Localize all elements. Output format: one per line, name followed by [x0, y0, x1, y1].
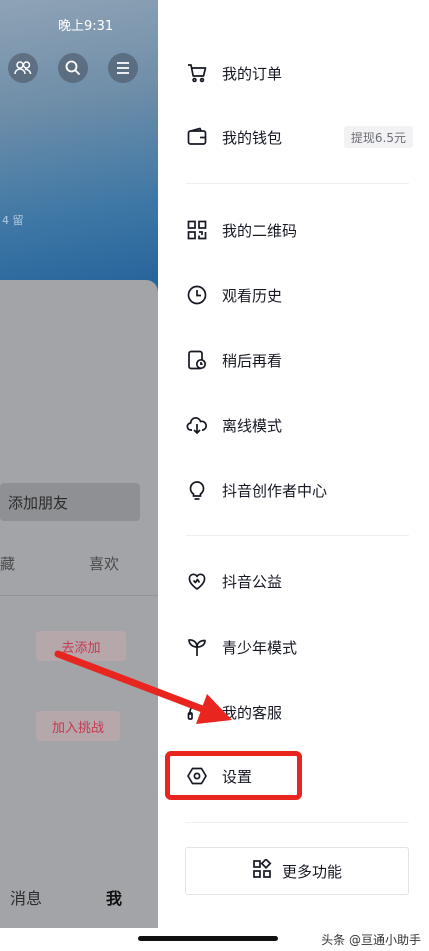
menu-item-settings[interactable]: 设置 [158, 754, 429, 798]
headset-icon [186, 701, 208, 723]
profile-header-background [0, 0, 158, 292]
menu-divider [186, 535, 409, 536]
menu-label: 观看历史 [222, 286, 283, 305]
go-add-button[interactable]: 去添加 [36, 631, 126, 661]
home-indicator[interactable] [138, 936, 278, 941]
lightbulb-icon [186, 479, 208, 501]
clock-icon [186, 284, 208, 306]
side-drawer: 我的订单 我的钱包 提现6.5元 我的二维码 观看历史 稍后再看 离线模式 抖音… [158, 0, 429, 928]
settings-hexagon-icon [186, 765, 208, 787]
menu-item-history[interactable]: 观看历史 [158, 273, 429, 317]
qrcode-icon [186, 219, 208, 241]
menu-label: 抖音创作者中心 [222, 481, 328, 500]
tab-favorites[interactable]: 藏 [0, 553, 15, 574]
bottom-bar: 头条 @亘通小助手 [0, 928, 429, 951]
cloud-download-icon [186, 414, 208, 436]
menu-item-creator-center[interactable]: 抖音创作者中心 [158, 468, 429, 512]
watch-later-icon [186, 349, 208, 371]
menu-label: 抖音公益 [222, 572, 283, 591]
header-stat-text: 4 留 [2, 214, 24, 227]
menu-label: 我的客服 [222, 703, 283, 722]
profile-content-card [0, 280, 158, 928]
menu-item-orders[interactable]: 我的订单 [158, 51, 429, 95]
grid-apps-icon [252, 858, 272, 883]
menu-label: 我的二维码 [222, 221, 298, 240]
status-time: 晚上9:31 [58, 19, 114, 34]
menu-label: 设置 [222, 767, 253, 786]
menu-icon[interactable] [108, 53, 138, 83]
tab-likes[interactable]: 喜欢 [89, 553, 119, 574]
withdraw-badge[interactable]: 提现6.5元 [343, 126, 413, 148]
menu-divider [186, 822, 409, 823]
add-friends-button[interactable]: 添加朋友 [0, 483, 140, 521]
menu-item-wallet[interactable]: 我的钱包 提现6.5元 [158, 115, 429, 159]
menu-item-customer-service[interactable]: 我的客服 [158, 690, 429, 734]
menu-item-qrcode[interactable]: 我的二维码 [158, 208, 429, 252]
menu-item-offline[interactable]: 离线模式 [158, 403, 429, 447]
profile-page-dimmed: 晚上9:31 4 留 添加朋友 藏 喜欢 去添加 加入挑战 消息 我 [0, 0, 158, 928]
more-features-label: 更多功能 [281, 862, 342, 881]
heart-charity-icon [186, 570, 208, 592]
nav-me[interactable]: 我 [106, 885, 122, 909]
nav-messages[interactable]: 消息 [10, 885, 42, 909]
menu-item-teen-mode[interactable]: 青少年模式 [158, 625, 429, 669]
friends-icon[interactable] [8, 53, 38, 83]
menu-label: 稍后再看 [222, 351, 283, 370]
menu-label: 离线模式 [222, 416, 283, 435]
sprout-icon [186, 636, 208, 658]
more-features-button[interactable]: 更多功能 [185, 847, 409, 895]
menu-label: 我的订单 [222, 64, 283, 83]
menu-divider [186, 183, 409, 184]
menu-label: 我的钱包 [222, 128, 283, 147]
search-icon[interactable] [58, 53, 88, 83]
menu-label: 青少年模式 [222, 638, 298, 657]
menu-item-watch-later[interactable]: 稍后再看 [158, 338, 429, 382]
join-challenge-button[interactable]: 加入挑战 [36, 711, 120, 741]
menu-item-charity[interactable]: 抖音公益 [158, 559, 429, 603]
cart-icon [186, 62, 208, 84]
wallet-icon [186, 126, 208, 148]
watermark: 头条 @亘通小助手 [321, 933, 421, 947]
tab-divider [0, 595, 158, 596]
